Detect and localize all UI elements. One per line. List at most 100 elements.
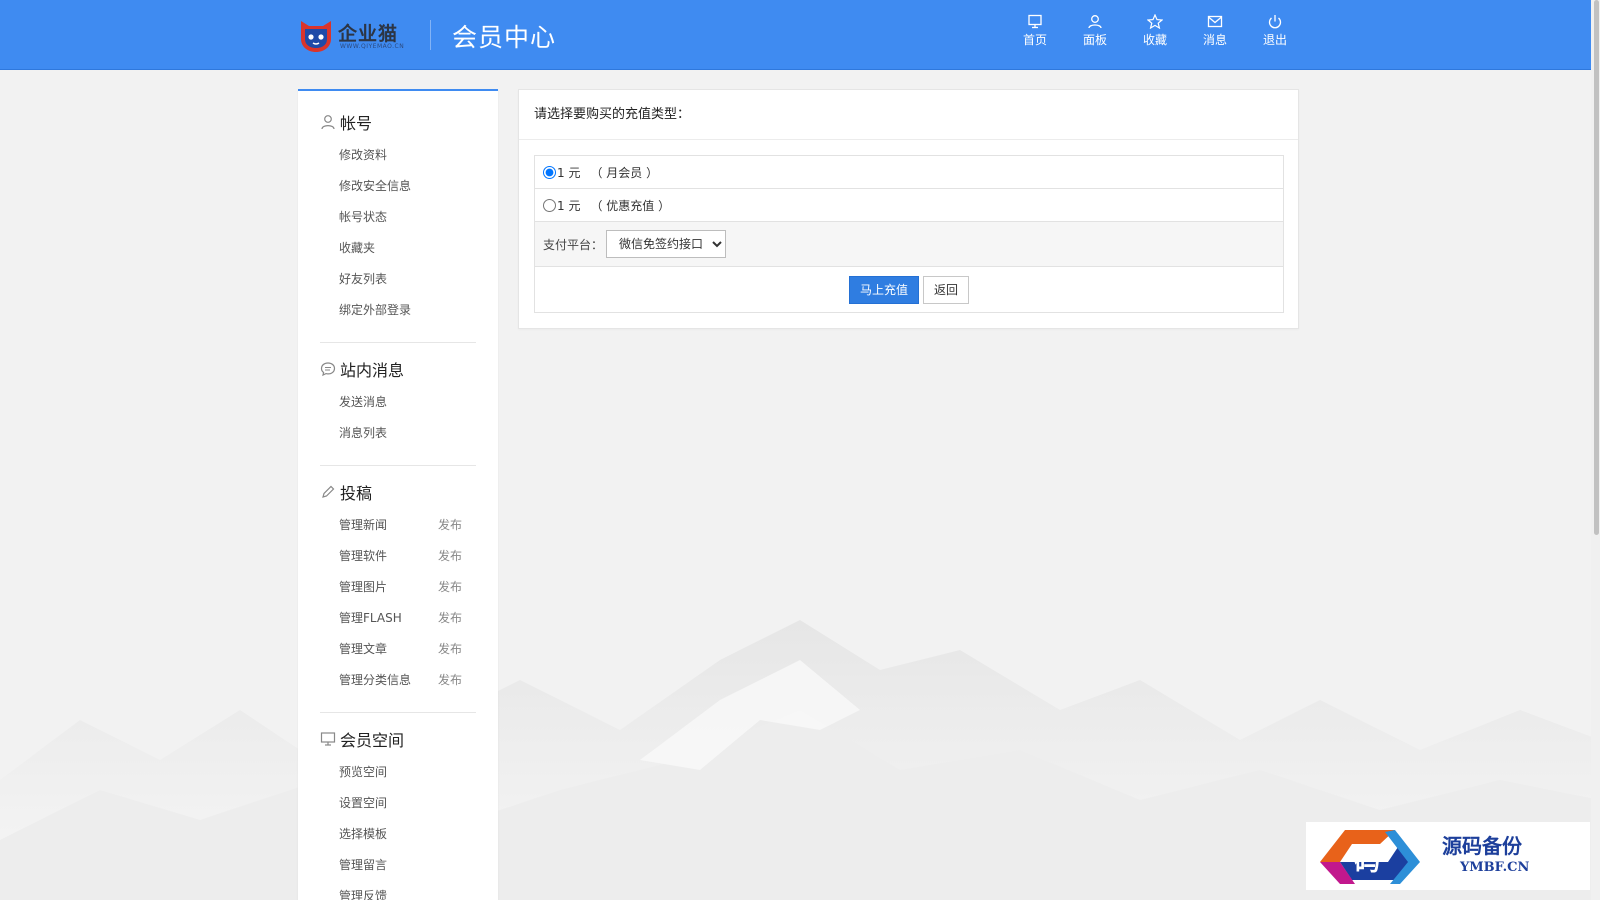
sidebar-item-space-settings[interactable]: 设置空间: [320, 788, 498, 819]
watermark-emblem: 码: [1320, 830, 1420, 884]
nav-home[interactable]: 首页: [1005, 14, 1065, 58]
nav-messages-label: 消息: [1202, 33, 1227, 47]
sidebar-head-account-label: 帐号: [340, 114, 373, 133]
sidebar-item-manage-guestbook[interactable]: 管理留言: [320, 850, 498, 881]
sidebar-item-label: 设置空间: [339, 796, 388, 810]
sidebar-item-manage-feedback[interactable]: 管理反馈: [320, 881, 498, 900]
sidebar-head-posts: 投稿: [320, 480, 498, 504]
sidebar-section-space: 会员空间 预览空间 设置空间 选择模板 管理留言 管理反馈: [298, 727, 498, 900]
sidebar-item-label: 管理图片: [339, 580, 388, 594]
sidebar-item-label: 发送消息: [339, 395, 388, 409]
user-icon: [1088, 15, 1102, 29]
page-scrollbar-thumb[interactable]: [1594, 0, 1599, 535]
star-icon: [1147, 14, 1163, 29]
top-header: 企业猫 WWW.QIYEMAO.CN 会员中心 首页 面板 收藏 消息 退出: [0, 0, 1600, 70]
publish-link[interactable]: 发布: [438, 634, 462, 665]
nav-favorites[interactable]: 收藏: [1125, 14, 1185, 58]
option-price: 1 元: [557, 165, 581, 180]
sidebar-item-label: 预览空间: [339, 765, 388, 779]
monitor-icon: [320, 732, 336, 746]
back-button[interactable]: 返回: [923, 275, 969, 304]
sidebar-item-send-message[interactable]: 发送消息: [320, 387, 498, 418]
sidebar-item-favorites[interactable]: 收藏夹: [320, 233, 498, 264]
watermark-logo: 码 源码备份 YMBF.CN: [1306, 822, 1590, 890]
sidebar-item-label: 管理留言: [339, 858, 388, 872]
nav-panel-label: 面板: [1082, 33, 1107, 47]
watermark-subtext: YMBF.CN: [1460, 860, 1530, 875]
payment-row: 支付平台： 微信免签约接口: [535, 222, 1283, 267]
sidebar-item-label: 管理新闻: [339, 518, 388, 532]
sidebar-item-manage-articles[interactable]: 管理文章 发布: [320, 634, 498, 665]
nav-home-label: 首页: [1022, 33, 1047, 47]
power-icon: [1268, 15, 1282, 29]
page-title: 会员中心: [452, 23, 557, 52]
logo-subtext: WWW.QIYEMAO.CN: [340, 43, 405, 50]
sidebar-section-messages: 站内消息 发送消息 消息列表: [298, 357, 498, 449]
option-note: （ 优惠充值 ）: [590, 198, 671, 213]
sidebar-item-friends[interactable]: 好友列表: [320, 264, 498, 295]
recharge-option-monthly[interactable]: 1 元 （ 月会员 ）: [535, 156, 1283, 189]
sidebar-section-posts: 投稿 管理新闻 发布 管理软件 发布 管理图片 发布 管理FLASH 发布 管理文章 发布…: [298, 480, 498, 696]
publish-link[interactable]: 发布: [438, 603, 462, 634]
recharge-option-discount[interactable]: 1 元 （ 优惠充值 ）: [535, 189, 1283, 222]
sidebar-item-label: 帐号状态: [339, 210, 388, 224]
sidebar-item-manage-news[interactable]: 管理新闻 发布: [320, 510, 498, 541]
watermark-text: 源码备份: [1442, 834, 1522, 858]
sidebar-item-label: 管理软件: [339, 549, 388, 563]
publish-link[interactable]: 发布: [438, 572, 462, 603]
sidebar-item-label: 修改安全信息: [339, 179, 412, 193]
logo-text: 企业猫: [338, 23, 399, 45]
sidebar-item-label: 绑定外部登录: [339, 303, 412, 317]
sidebar-item-choose-template[interactable]: 选择模板: [320, 819, 498, 850]
sidebar-item-label: 收藏夹: [339, 241, 376, 255]
sidebar-item-label: 好友列表: [339, 272, 388, 286]
sidebar-item-manage-classifieds[interactable]: 管理分类信息 发布: [320, 665, 498, 696]
sidebar-item-message-list[interactable]: 消息列表: [320, 418, 498, 449]
sidebar-item-preview-space[interactable]: 预览空间: [320, 757, 498, 788]
recharge-form: 1 元 （ 月会员 ） 1 元 （ 优惠充值 ） 支付平台： 微信免签约接口 马…: [534, 155, 1284, 313]
option-radio[interactable]: [543, 165, 556, 179]
publish-link[interactable]: 发布: [438, 665, 462, 696]
panel-title: 请选择要购买的充值类型：: [519, 90, 1298, 140]
publish-link[interactable]: 发布: [438, 541, 462, 572]
top-nav: 首页 面板 收藏 消息 退出: [1005, 14, 1305, 58]
recharge-now-button[interactable]: 马上充值: [849, 275, 919, 304]
sidebar-item-label: 管理分类信息: [339, 673, 412, 687]
chat-bubble-icon: [320, 362, 336, 377]
sidebar-item-label: 管理文章: [339, 642, 388, 656]
sidebar-item-manage-images[interactable]: 管理图片 发布: [320, 572, 498, 603]
nav-messages[interactable]: 消息: [1185, 14, 1245, 58]
user-icon: [321, 115, 335, 130]
sidebar-item-label: 修改资料: [339, 148, 388, 162]
nav-logout[interactable]: 退出: [1245, 14, 1305, 58]
sidebar-head-space-label: 会员空间: [340, 731, 405, 750]
site-logo[interactable]: 企业猫 WWW.QIYEMAO.CN: [298, 17, 408, 53]
sidebar-head-account: 帐号: [320, 110, 498, 134]
payment-platform-select[interactable]: 微信免签约接口: [606, 230, 727, 258]
sidebar-head-messages: 站内消息: [320, 357, 498, 381]
sidebar-item-manage-software[interactable]: 管理软件 发布: [320, 541, 498, 572]
sidebar-item-security-info[interactable]: 修改安全信息: [320, 171, 498, 202]
nav-panel[interactable]: 面板: [1065, 14, 1125, 58]
sidebar-item-account-status[interactable]: 帐号状态: [320, 202, 498, 233]
action-row: 马上充值 返回: [535, 267, 1283, 312]
sidebar-item-label: 管理反馈: [339, 889, 388, 900]
option-radio[interactable]: [543, 198, 556, 212]
sidebar-section-account: 帐号 修改资料 修改安全信息 帐号状态 收藏夹 好友列表 绑定外部登录: [298, 110, 498, 326]
sidebar-item-manage-flash[interactable]: 管理FLASH 发布: [320, 603, 498, 634]
header-divider: [430, 20, 431, 50]
sidebar-item-edit-profile[interactable]: 修改资料: [320, 140, 498, 171]
nav-logout-label: 退出: [1262, 33, 1287, 47]
sidebar-head-messages-label: 站内消息: [340, 361, 405, 380]
pencil-icon: [322, 485, 335, 498]
payment-label: 支付平台：: [543, 237, 604, 252]
sidebar-item-label: 选择模板: [339, 827, 388, 841]
mail-icon: [1207, 15, 1223, 28]
recharge-panel: 请选择要购买的充值类型： 1 元 （ 月会员 ） 1 元 （ 优惠充值 ） 支付…: [518, 89, 1299, 329]
nav-favorites-label: 收藏: [1142, 33, 1167, 47]
publish-link[interactable]: 发布: [438, 510, 462, 541]
sidebar-head-posts-label: 投稿: [340, 484, 373, 503]
sidebar-item-label: 消息列表: [339, 426, 388, 440]
sidebar-item-bind-login[interactable]: 绑定外部登录: [320, 295, 498, 326]
option-note: （ 月会员 ）: [590, 165, 659, 180]
